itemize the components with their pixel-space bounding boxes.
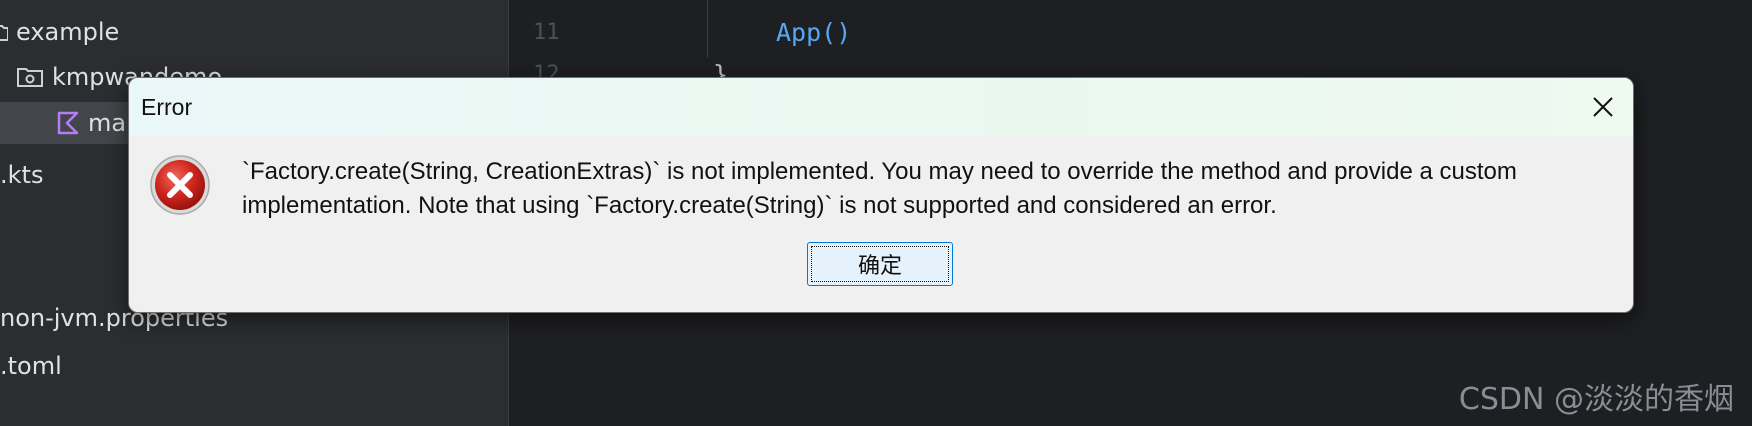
tree-item-kts[interactable]: .kts <box>0 154 43 196</box>
dialog-title: Error <box>141 93 193 120</box>
tree-item-label: .toml <box>0 352 62 380</box>
desktop: example kmpwandemo main.kt .kts non-jvm.… <box>0 0 1752 426</box>
focus-ring <box>811 246 949 282</box>
close-button[interactable] <box>1573 78 1633 136</box>
error-icon <box>149 154 211 220</box>
tree-item-label: .kts <box>0 161 44 189</box>
dialog-titlebar[interactable]: Error <box>129 78 1633 136</box>
tree-item-label: example <box>16 18 120 46</box>
line-number: 11 <box>533 20 560 45</box>
close-icon <box>1593 97 1613 117</box>
error-dialog: Error `Factory.create(String, CreationEx… <box>128 77 1634 313</box>
error-message: `Factory.create(String, CreationExtras)`… <box>242 158 1517 219</box>
kotlin-file-icon <box>56 110 80 136</box>
code-line: App() <box>776 18 851 47</box>
folder-icon <box>0 22 8 42</box>
tree-item-example[interactable]: example <box>0 11 119 53</box>
watermark: CSDN @淡淡的香烟 <box>1458 382 1734 417</box>
package-folder-icon <box>16 65 44 89</box>
indent-guide <box>707 0 708 58</box>
ok-button[interactable]: 确定 <box>807 242 953 286</box>
code-token: App() <box>776 18 852 47</box>
tree-item-toml[interactable]: .toml <box>0 345 62 387</box>
